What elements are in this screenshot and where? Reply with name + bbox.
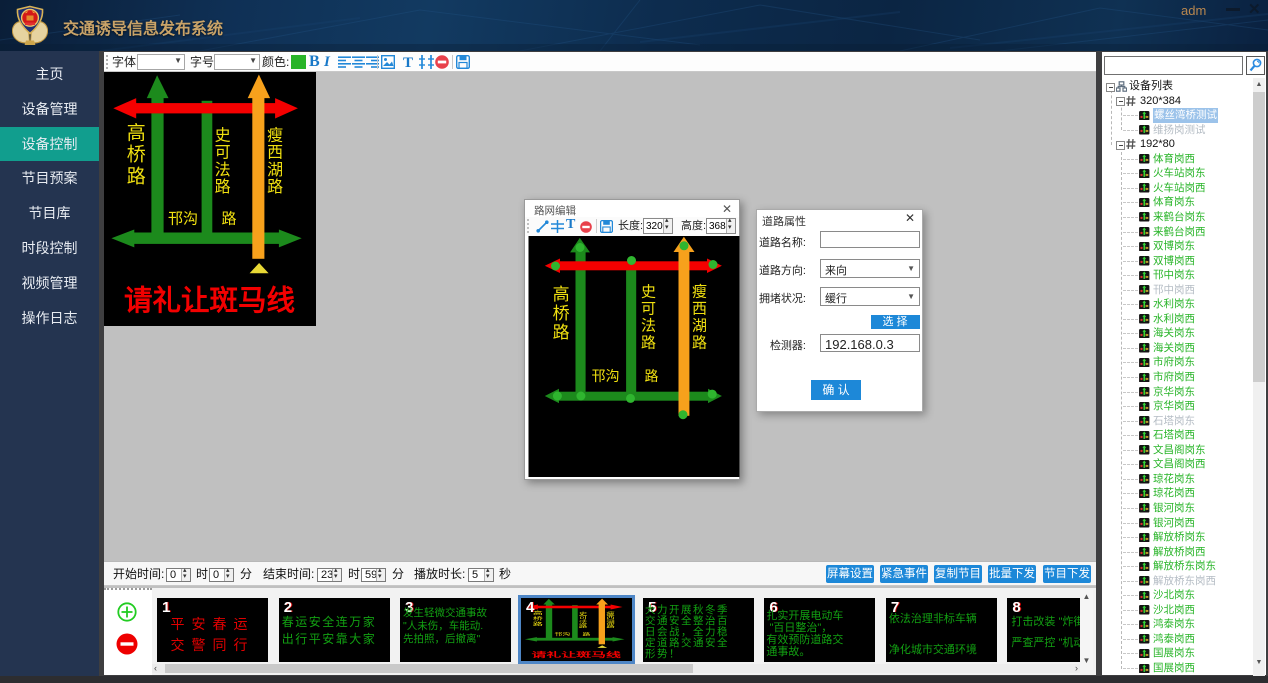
svg-text:请礼让斑马线: 请礼让斑马线: [124, 285, 295, 317]
svg-text:高: 高: [533, 610, 543, 616]
svg-text:高: 高: [127, 122, 146, 144]
svg-text:湖: 湖: [692, 317, 707, 334]
svg-text:路: 路: [692, 334, 707, 351]
svg-text:可: 可: [579, 616, 588, 621]
svg-text:高: 高: [553, 285, 570, 304]
svg-text:邗沟: 邗沟: [555, 632, 571, 637]
svg-text:可: 可: [215, 145, 231, 162]
svg-text:史: 史: [641, 283, 656, 300]
svg-text:路: 路: [641, 334, 656, 351]
svg-text:路: 路: [645, 368, 659, 384]
svg-text:史: 史: [215, 127, 231, 145]
svg-text:路: 路: [267, 178, 283, 196]
svg-text:可: 可: [641, 300, 656, 317]
svg-text:邗沟: 邗沟: [168, 210, 198, 227]
svg-text:路: 路: [221, 210, 236, 227]
svg-text:路: 路: [127, 165, 146, 187]
svg-text:法: 法: [641, 317, 656, 334]
svg-text:请礼让斑马线: 请礼让斑马线: [532, 650, 622, 658]
svg-text:路: 路: [215, 178, 231, 196]
svg-text:西: 西: [606, 616, 615, 621]
svg-text:法: 法: [215, 161, 231, 179]
svg-text:湖: 湖: [267, 161, 283, 179]
svg-text:路: 路: [533, 621, 543, 627]
svg-text:路: 路: [583, 632, 591, 637]
svg-text:桥: 桥: [533, 615, 543, 621]
svg-text:桥: 桥: [127, 144, 146, 166]
svg-text:桥: 桥: [553, 304, 570, 323]
svg-text:瘦: 瘦: [267, 127, 283, 145]
svg-text:西: 西: [692, 300, 707, 317]
svg-text:路: 路: [553, 323, 570, 342]
svg-text:瘦: 瘦: [692, 283, 707, 300]
svg-text:邗沟: 邗沟: [592, 368, 620, 384]
svg-text:西: 西: [267, 145, 283, 162]
